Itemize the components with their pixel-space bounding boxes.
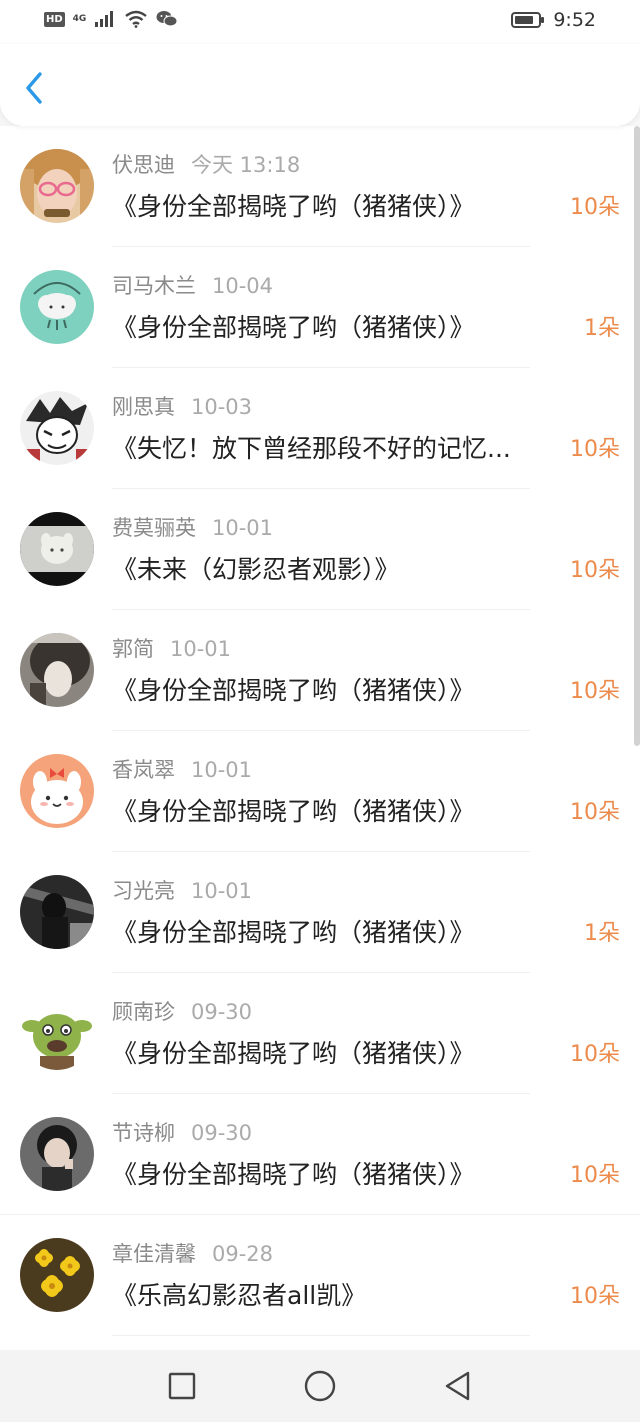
name-line: 刚思真 10-03 bbox=[112, 394, 252, 420]
home-icon bbox=[304, 1370, 336, 1402]
list-item[interactable]: 香岚翠 10-01 《身份全部揭晓了哟（猪猪侠）》 10朵 bbox=[0, 731, 640, 852]
work-title[interactable]: 《乐高幻影忍者all凯》 bbox=[112, 1279, 552, 1313]
name-line: 费莫骊英 10-01 bbox=[112, 515, 273, 541]
reward-list[interactable]: 伏思迪 今天 13:18 《身份全部揭晓了哟（猪猪侠）》 10朵 司马木兰 10-0… bbox=[0, 126, 640, 1350]
date: 10-01 bbox=[191, 879, 253, 903]
signal-icon bbox=[95, 11, 114, 27]
flower-count: 10朵 bbox=[570, 679, 620, 704]
list-item[interactable]: 伏思迪 今天 13:18 《身份全部揭晓了哟（猪猪侠）》 10朵 bbox=[0, 126, 640, 247]
user-name[interactable]: 郭简 bbox=[112, 637, 154, 661]
user-name[interactable]: 习光亮 bbox=[112, 879, 175, 903]
name-line: 章佳清馨 09-28 bbox=[112, 1241, 273, 1267]
date: 10-04 bbox=[212, 274, 274, 298]
avatar[interactable] bbox=[20, 149, 94, 223]
hd-badge: HD bbox=[44, 11, 65, 27]
name-line: 香岚翠 10-01 bbox=[112, 757, 252, 783]
system-nav-bar bbox=[0, 1350, 640, 1422]
header bbox=[0, 44, 640, 126]
avatar[interactable] bbox=[20, 1117, 94, 1191]
work-title[interactable]: 《身份全部揭晓了哟（猪猪侠）》 bbox=[112, 311, 552, 345]
scrollbar[interactable] bbox=[634, 126, 640, 746]
back-button[interactable] bbox=[14, 68, 54, 108]
work-title[interactable]: 《身份全部揭晓了哟（猪猪侠）》 bbox=[112, 1037, 552, 1071]
list-item[interactable]: 刚思真 10-03 《失忆！放下曾经那段不好的记忆... 10朵 bbox=[0, 368, 640, 489]
date: 今天 13:18 bbox=[191, 153, 301, 177]
flower-count: 10朵 bbox=[570, 800, 620, 825]
list-item[interactable]: 章佳清馨 09-28 《乐高幻影忍者all凯》 10朵 bbox=[0, 1215, 640, 1336]
avatar[interactable] bbox=[20, 996, 94, 1070]
date: 09-28 bbox=[212, 1242, 274, 1266]
flower-count: 10朵 bbox=[570, 1042, 620, 1067]
list-item[interactable]: 司马木兰 10-04 《身份全部揭晓了哟（猪猪侠）》 1朵 bbox=[0, 247, 640, 368]
home-button[interactable] bbox=[292, 1358, 348, 1414]
date: 10-01 bbox=[212, 516, 274, 540]
work-title[interactable]: 《身份全部揭晓了哟（猪猪侠）》 bbox=[112, 674, 552, 708]
avatar[interactable] bbox=[20, 875, 94, 949]
recent-apps-icon bbox=[168, 1372, 196, 1400]
flower-count: 10朵 bbox=[570, 437, 620, 462]
user-name[interactable]: 节诗柳 bbox=[112, 1121, 175, 1145]
date: 10-03 bbox=[191, 395, 253, 419]
name-line: 伏思迪 今天 13:18 bbox=[112, 152, 300, 178]
work-title[interactable]: 《身份全部揭晓了哟（猪猪侠）》 bbox=[112, 1158, 552, 1192]
work-title[interactable]: 《身份全部揭晓了哟（猪猪侠）》 bbox=[112, 795, 552, 829]
flower-count: 10朵 bbox=[570, 1284, 620, 1309]
wifi-icon bbox=[125, 10, 148, 28]
name-line: 司马木兰 10-04 bbox=[112, 273, 273, 299]
recent-apps-button[interactable] bbox=[154, 1358, 210, 1414]
user-name[interactable]: 章佳清馨 bbox=[112, 1242, 196, 1266]
user-name[interactable]: 香岚翠 bbox=[112, 758, 175, 782]
date: 10-01 bbox=[170, 637, 232, 661]
back-chevron-icon bbox=[26, 72, 42, 104]
divider bbox=[112, 1335, 530, 1336]
user-name[interactable]: 伏思迪 bbox=[112, 153, 175, 177]
date: 09-30 bbox=[191, 1000, 253, 1024]
user-name[interactable]: 顾南珍 bbox=[112, 1000, 175, 1024]
network-type: 4G bbox=[72, 13, 87, 24]
battery-icon bbox=[511, 12, 545, 28]
nav-back-button[interactable] bbox=[430, 1358, 486, 1414]
flower-count: 10朵 bbox=[570, 1163, 620, 1188]
wechat-icon bbox=[156, 11, 178, 27]
date: 09-30 bbox=[191, 1121, 253, 1145]
list-item[interactable]: 顾南珍 09-30 《身份全部揭晓了哟（猪猪侠）》 10朵 bbox=[0, 973, 640, 1094]
avatar[interactable] bbox=[20, 754, 94, 828]
name-line: 习光亮 10-01 bbox=[112, 878, 252, 904]
user-name[interactable]: 费莫骊英 bbox=[112, 516, 196, 540]
user-name[interactable]: 司马木兰 bbox=[112, 274, 196, 298]
name-line: 节诗柳 09-30 bbox=[112, 1120, 252, 1146]
list-item[interactable]: 费莫骊英 10-01 《未来（幻影忍者观影）》 10朵 bbox=[0, 489, 640, 610]
avatar[interactable] bbox=[20, 512, 94, 586]
name-line: 顾南珍 09-30 bbox=[112, 999, 252, 1025]
back-icon bbox=[445, 1371, 470, 1401]
user-name[interactable]: 刚思真 bbox=[112, 395, 175, 419]
clock: 9:52 bbox=[553, 9, 596, 31]
work-title[interactable]: 《身份全部揭晓了哟（猪猪侠）》 bbox=[112, 916, 552, 950]
list-item[interactable]: 郭简 10-01 《身份全部揭晓了哟（猪猪侠）》 10朵 bbox=[0, 610, 640, 731]
avatar[interactable] bbox=[20, 1238, 94, 1312]
flower-count: 10朵 bbox=[570, 558, 620, 583]
date: 10-01 bbox=[191, 758, 253, 782]
status-right: 9:52 bbox=[511, 9, 596, 31]
flower-count: 10朵 bbox=[570, 195, 620, 220]
work-title[interactable]: 《未来（幻影忍者观影）》 bbox=[112, 553, 552, 587]
work-title[interactable]: 《身份全部揭晓了哟（猪猪侠）》 bbox=[112, 190, 552, 224]
avatar[interactable] bbox=[20, 633, 94, 707]
status-bar: HD 4G 9:52 bbox=[0, 0, 640, 44]
flower-count: 1朵 bbox=[584, 921, 620, 946]
status-left: HD 4G bbox=[44, 10, 178, 28]
work-title[interactable]: 《失忆！放下曾经那段不好的记忆... bbox=[112, 432, 552, 466]
avatar[interactable] bbox=[20, 391, 94, 465]
list-item[interactable]: 节诗柳 09-30 《身份全部揭晓了哟（猪猪侠）》 10朵 bbox=[0, 1094, 640, 1215]
flower-count: 1朵 bbox=[584, 316, 620, 341]
avatar[interactable] bbox=[20, 270, 94, 344]
name-line: 郭简 10-01 bbox=[112, 636, 231, 662]
list-item[interactable]: 习光亮 10-01 《身份全部揭晓了哟（猪猪侠）》 1朵 bbox=[0, 852, 640, 973]
